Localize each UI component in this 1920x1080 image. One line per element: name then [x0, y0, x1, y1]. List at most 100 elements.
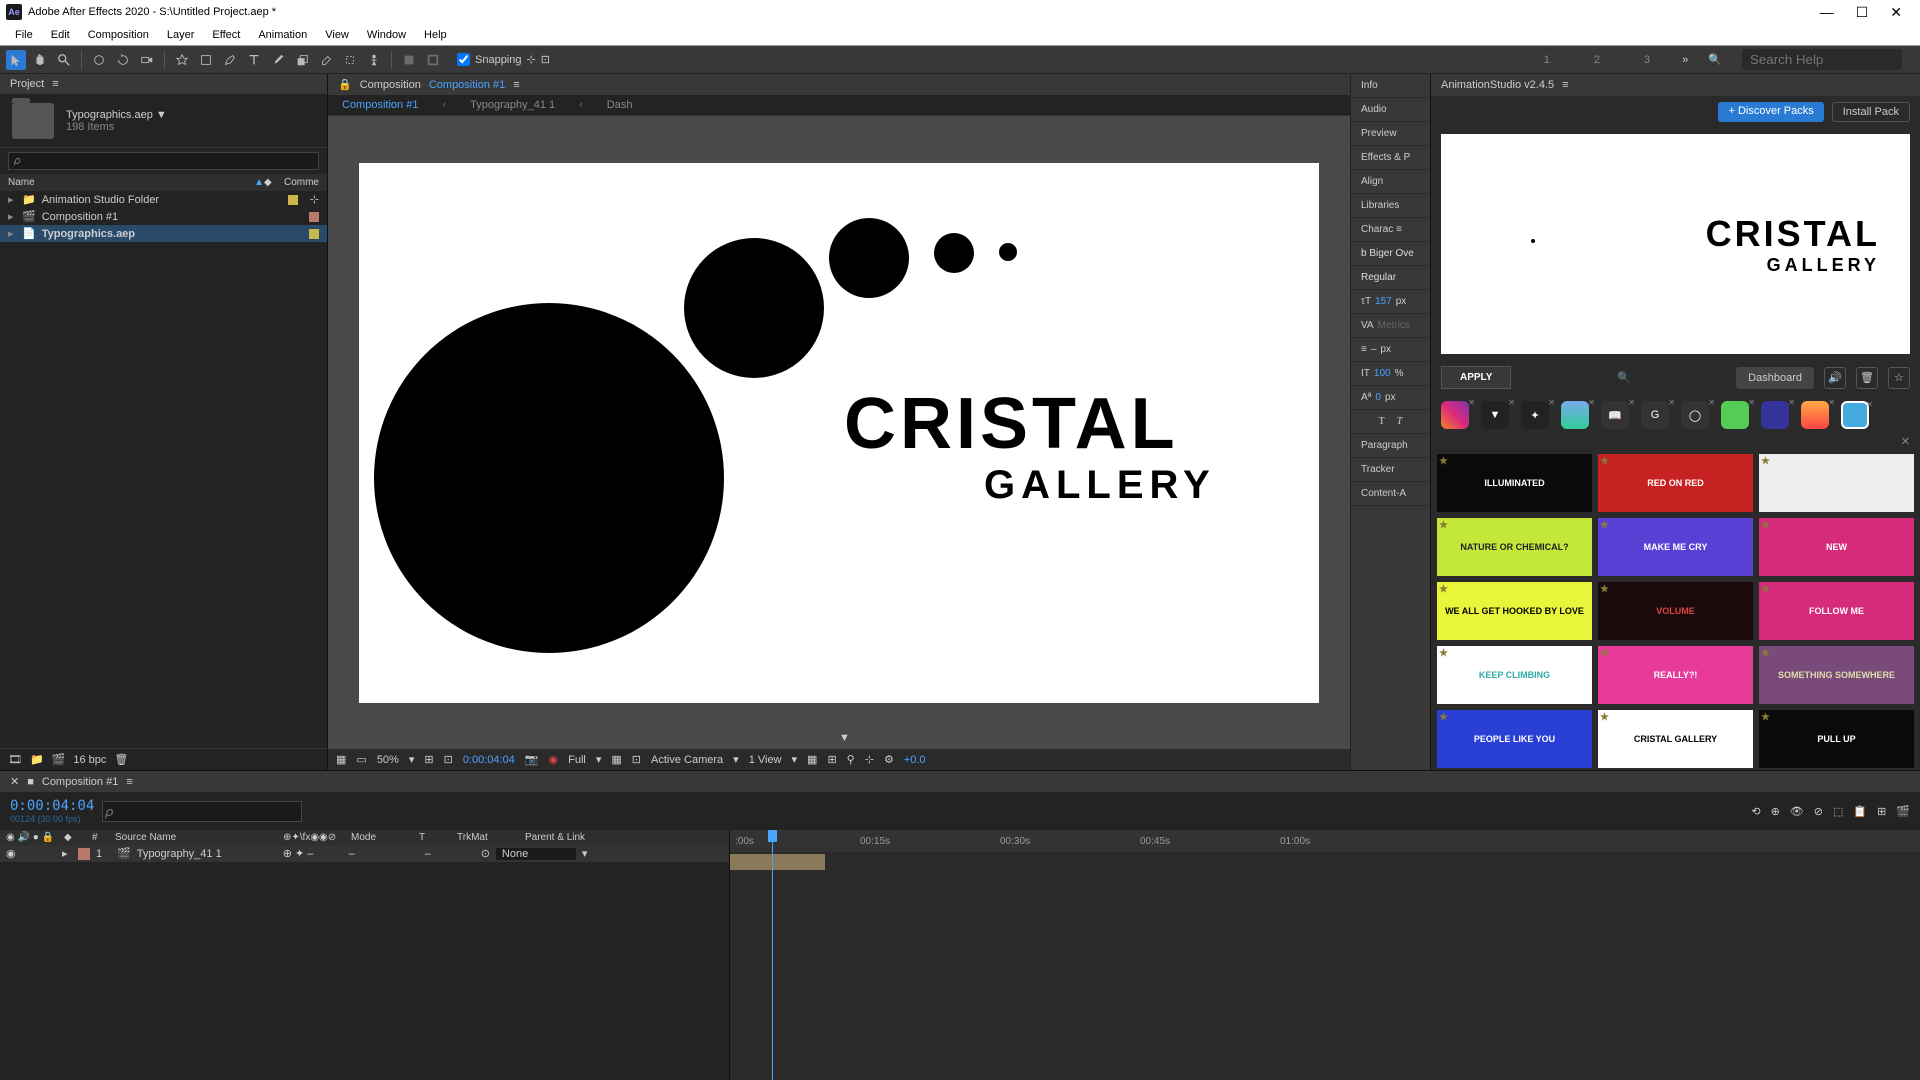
parent-dropdown[interactable]: None: [496, 848, 576, 860]
pen-tool[interactable]: [220, 50, 240, 70]
pan-behind-tool[interactable]: [172, 50, 192, 70]
flow-tab[interactable]: Dash: [607, 99, 633, 111]
menu-composition[interactable]: Composition: [79, 29, 158, 41]
menu-window[interactable]: Window: [358, 29, 415, 41]
timeline-track-area[interactable]: :00s 00:15s 00:30s 00:45s 01:00s: [730, 830, 1920, 1080]
template-item[interactable]: ★FOLLOW ME: [1759, 582, 1914, 640]
vf-icon[interactable]: ⊹: [865, 753, 874, 766]
flow-tab[interactable]: Composition #1: [342, 99, 418, 111]
dashboard-button[interactable]: Dashboard: [1736, 367, 1814, 389]
camera-dropdown[interactable]: Active Camera: [651, 754, 723, 766]
exposure[interactable]: +0.0: [904, 754, 926, 766]
tl-icon[interactable]: ⊞: [1877, 805, 1886, 818]
tab-info[interactable]: Info: [1351, 74, 1430, 98]
stroke-swatch[interactable]: [423, 50, 443, 70]
snapshot-icon[interactable]: 📷: [525, 753, 539, 766]
panel-menu-icon[interactable]: ≡: [1562, 79, 1568, 91]
favorite-button[interactable]: ☆: [1888, 367, 1910, 389]
menu-file[interactable]: File: [6, 29, 42, 41]
timeline-search[interactable]: [102, 801, 302, 822]
current-time[interactable]: 0:00:04:04: [10, 798, 94, 814]
lock-icon[interactable]: 🔒: [338, 78, 352, 91]
pack-icon[interactable]: ✦✕: [1521, 401, 1549, 429]
template-item[interactable]: ★NEW: [1759, 518, 1914, 576]
discover-packs-button[interactable]: + Discover Packs: [1718, 102, 1823, 122]
text-tool[interactable]: [244, 50, 264, 70]
hand-tool[interactable]: [30, 50, 50, 70]
fill-swatch[interactable]: [399, 50, 419, 70]
char-size[interactable]: 157: [1375, 296, 1392, 307]
project-item[interactable]: ▸🎬 Composition #1: [0, 208, 327, 225]
install-pack-button[interactable]: Install Pack: [1832, 102, 1910, 122]
menu-edit[interactable]: Edit: [42, 29, 79, 41]
eraser-tool[interactable]: [316, 50, 336, 70]
audio-toggle[interactable]: 🔊: [1824, 367, 1846, 389]
interpret-icon[interactable]: 🎞: [8, 753, 22, 766]
pack-icon[interactable]: 📖✕: [1601, 401, 1629, 429]
vf-icon[interactable]: ⊞: [827, 753, 836, 766]
vf-icon[interactable]: ▦: [336, 753, 346, 766]
char-scale[interactable]: 100: [1374, 368, 1391, 379]
roto-tool[interactable]: [340, 50, 360, 70]
vf-icon[interactable]: ▦: [611, 753, 621, 766]
char-kerning[interactable]: Metrics: [1378, 320, 1410, 331]
tab-preview[interactable]: Preview: [1351, 122, 1430, 146]
flow-tab[interactable]: Typography_41 1: [470, 99, 555, 111]
template-item[interactable]: ★REALLY?!: [1598, 646, 1753, 704]
template-item[interactable]: ★NATURE OR CHEMICAL?: [1437, 518, 1592, 576]
close-icon[interactable]: ✕: [1901, 436, 1910, 448]
selection-tool[interactable]: [6, 50, 26, 70]
viewer-time[interactable]: 0:00:04:04: [463, 754, 515, 766]
template-item[interactable]: ★CRISTAL GALLERY: [1598, 710, 1753, 768]
snap-icon-2[interactable]: ⊡: [541, 53, 550, 66]
template-item[interactable]: ★KEEP CLIMBING: [1437, 646, 1592, 704]
project-item[interactable]: ▸📄 Typographics.aep: [0, 225, 327, 242]
tab-paragraph[interactable]: Paragraph: [1351, 434, 1430, 458]
new-comp-icon[interactable]: 🎬: [52, 753, 66, 766]
view-dropdown[interactable]: 1 View: [749, 754, 782, 766]
project-item[interactable]: ▸📁 Animation Studio Folder ⊹: [0, 191, 327, 208]
bpc-toggle[interactable]: 16 bpc: [73, 754, 106, 766]
playhead[interactable]: [772, 830, 773, 1080]
pack-icon[interactable]: ✕: [1841, 401, 1869, 429]
search-icon[interactable]: 🔍: [1617, 371, 1631, 384]
template-item[interactable]: ★PULL UP: [1759, 710, 1914, 768]
vf-icon[interactable]: ▭: [356, 753, 366, 766]
zoom-dropdown[interactable]: 50%: [377, 754, 399, 766]
tl-icon[interactable]: 🎬: [1896, 805, 1910, 818]
vf-icon[interactable]: ⊞: [424, 753, 433, 766]
pack-icon[interactable]: G✕: [1641, 401, 1669, 429]
tl-icon[interactable]: 📋: [1853, 805, 1867, 818]
delete-button[interactable]: 🗑: [1856, 367, 1878, 389]
tab-audio[interactable]: Audio: [1351, 98, 1430, 122]
project-search[interactable]: [8, 152, 319, 170]
tl-icon[interactable]: ⊕: [1771, 805, 1780, 818]
menu-layer[interactable]: Layer: [158, 29, 204, 41]
pack-icon[interactable]: ✕: [1761, 401, 1789, 429]
close-button[interactable]: ✕: [1890, 4, 1902, 21]
tab-character[interactable]: Charac ≡: [1351, 218, 1430, 242]
search-help-input[interactable]: [1742, 49, 1902, 70]
pack-icon[interactable]: ✕: [1721, 401, 1749, 429]
pack-icon[interactable]: ✕: [1801, 401, 1829, 429]
vf-icon[interactable]: ⚲: [847, 753, 855, 766]
menu-effect[interactable]: Effect: [203, 29, 249, 41]
channel-icon[interactable]: ◉: [549, 753, 559, 766]
char-baseline[interactable]: 0: [1375, 392, 1381, 403]
tab-libraries[interactable]: Libraries: [1351, 194, 1430, 218]
pack-icon[interactable]: ◯✕: [1681, 401, 1709, 429]
rotate-tool[interactable]: [113, 50, 133, 70]
camera-tool[interactable]: [137, 50, 157, 70]
tl-icon[interactable]: ⬚: [1833, 805, 1843, 818]
menu-help[interactable]: Help: [415, 29, 456, 41]
new-folder-icon[interactable]: 📁: [30, 753, 44, 766]
minimize-button[interactable]: —: [1820, 4, 1834, 21]
resolution-dropdown[interactable]: Full: [568, 754, 586, 766]
workspace-more[interactable]: »: [1682, 54, 1688, 66]
template-item[interactable]: ★VOLUME: [1598, 582, 1753, 640]
tl-icon[interactable]: ⟲: [1751, 805, 1760, 818]
orbit-tool[interactable]: [89, 50, 109, 70]
timeline-layer[interactable]: ◉ ▸ 1 🎬 Typography_41 1 ⊕ ✦ – – – ⊙ None…: [0, 845, 729, 862]
tab-tracker[interactable]: Tracker: [1351, 458, 1430, 482]
maximize-button[interactable]: ☐: [1856, 4, 1869, 21]
